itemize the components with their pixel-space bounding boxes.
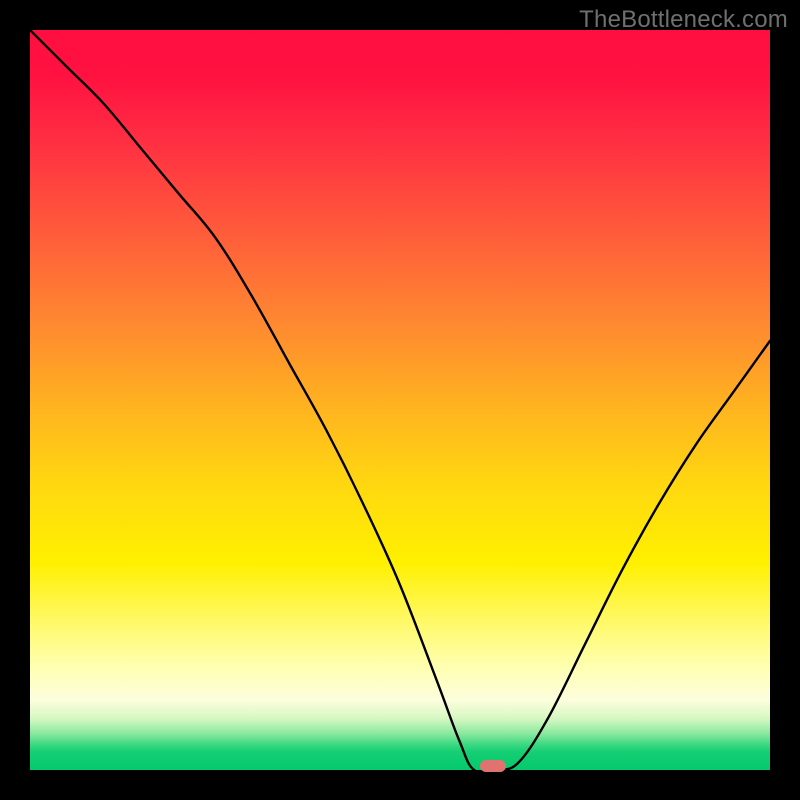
optimal-marker [480, 760, 506, 772]
bottleneck-curve-path [30, 30, 770, 770]
curve-svg [30, 30, 770, 770]
plot-area [30, 30, 770, 770]
chart-frame: TheBottleneck.com [0, 0, 800, 800]
